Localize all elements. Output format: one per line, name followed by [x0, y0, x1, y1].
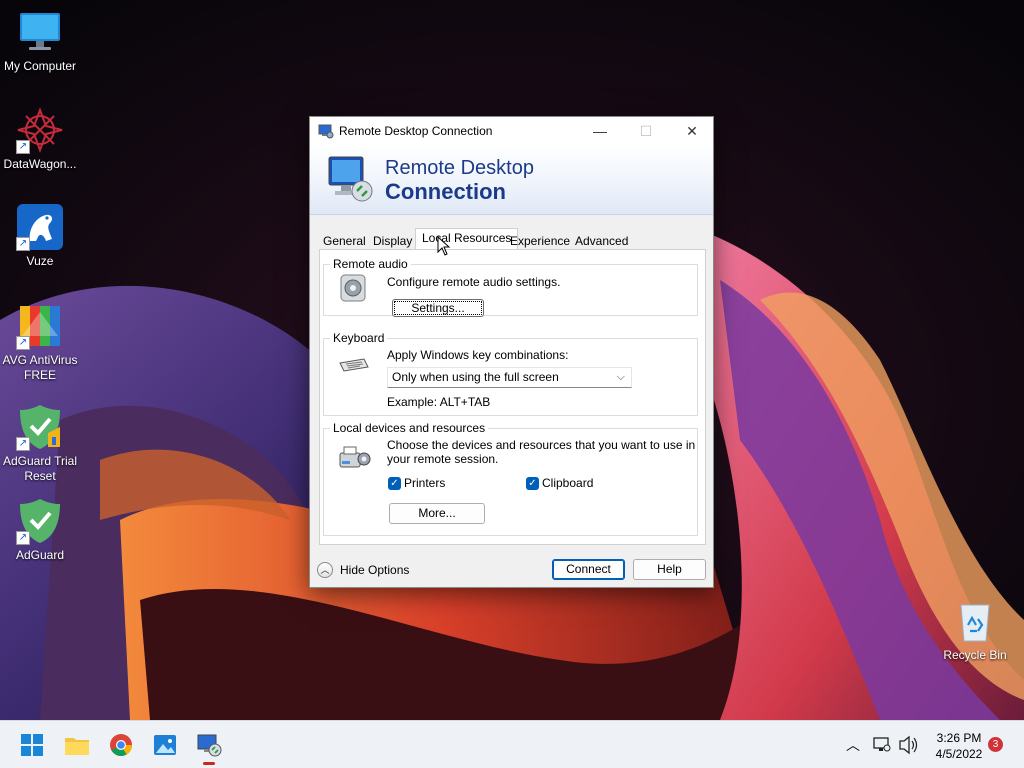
monitor-icon	[16, 8, 64, 56]
chrome-icon	[110, 734, 132, 756]
maximize-button[interactable]: ☐	[623, 117, 669, 145]
mouse-cursor-icon	[437, 235, 451, 256]
speaker-icon	[338, 273, 368, 306]
keyboard-group: Keyboard Apply Windows key combinations:…	[323, 331, 698, 416]
photos-button[interactable]	[149, 729, 181, 761]
clipboard-label: Clipboard	[542, 476, 594, 490]
devices-icon	[338, 443, 372, 474]
shortcut-arrow-icon: ↗	[16, 140, 30, 154]
shortcut-arrow-icon: ↗	[16, 437, 30, 451]
desktop-icon-label: AVG AntiVirus FREE	[2, 353, 78, 382]
clipboard-checkbox[interactable]: ✓	[526, 477, 539, 490]
local-devices-description-line2: your remote session.	[387, 452, 499, 466]
windows-key-selected-value: Only when using the full screen	[392, 370, 559, 384]
avg-icon: ↗	[16, 302, 64, 350]
desktop-icon-recycle-bin[interactable]: Recycle Bin	[935, 597, 1015, 663]
keyboard-example: Example: ALT+TAB	[387, 395, 491, 409]
connect-button[interactable]: Connect	[552, 559, 625, 580]
local-devices-group: Local devices and resources Choose the d…	[323, 421, 698, 536]
remote-desktop-taskbar-button[interactable]	[193, 729, 225, 765]
shortcut-arrow-icon: ↗	[16, 336, 30, 350]
shortcut-arrow-icon: ↗	[16, 237, 30, 251]
remote-audio-group: Remote audio Configure remote audio sett…	[323, 257, 698, 317]
taskbar-clock[interactable]: 3:26 PM 4/5/2022	[926, 730, 992, 762]
maximize-icon: ☐	[639, 123, 653, 139]
printers-label: Printers	[404, 476, 446, 490]
remote-audio-label: Remote audio	[330, 257, 411, 271]
dialog-titlebar[interactable]: Remote Desktop Connection — ☐ ✕	[310, 117, 713, 145]
adguard-trial-icon: ↗	[16, 403, 64, 451]
desktop-icon-label: AdGuard	[15, 548, 65, 562]
checkmark-icon: ✓	[528, 478, 537, 489]
photos-icon	[154, 735, 176, 755]
desktop-icon-datawagon[interactable]: ↗ DataWagon...	[0, 106, 80, 172]
chevron-up-icon[interactable]: ︿	[317, 562, 333, 578]
desktop-icon-avg[interactable]: ↗ AVG AntiVirus FREE	[0, 302, 80, 383]
recycle-bin-icon	[951, 597, 999, 645]
shortcut-arrow-icon: ↗	[16, 531, 30, 545]
windows-logo-icon	[21, 734, 43, 756]
remote-desktop-taskbar-icon	[197, 734, 222, 757]
minimize-icon: —	[593, 123, 607, 139]
desktop-icon-label: My Computer	[3, 59, 77, 73]
chrome-button[interactable]	[105, 729, 137, 761]
adguard-shield-icon: ↗	[16, 497, 64, 545]
volume-icon[interactable]	[898, 721, 918, 768]
printers-checkbox[interactable]: ✓	[388, 477, 401, 490]
tab-local-resources[interactable]: Local Resources	[415, 228, 519, 250]
vuze-frog-icon: ↗	[16, 203, 64, 251]
banner-title-line1: Remote Desktop	[385, 157, 534, 179]
desktop-icon-label: Recycle Bin	[943, 648, 1007, 662]
keyboard-icon	[338, 355, 370, 378]
desktop-icon-adguard-trial-reset[interactable]: ↗ AdGuard Trial Reset	[0, 403, 80, 484]
clock-time: 3:26 PM	[936, 731, 982, 745]
close-icon: ✕	[686, 123, 698, 139]
notification-badge[interactable]: 3	[988, 737, 1003, 752]
help-button[interactable]: Help	[633, 559, 706, 580]
desktop-icon-vuze[interactable]: ↗ Vuze	[0, 203, 80, 269]
chevron-down-icon: ⌵	[616, 371, 625, 383]
audio-settings-button[interactable]: Settings...	[392, 299, 484, 317]
chevron-up-icon: ︿	[846, 737, 860, 753]
remote-audio-description: Configure remote audio settings.	[387, 275, 561, 289]
more-button[interactable]: More...	[389, 503, 485, 524]
folder-icon	[65, 738, 89, 755]
desktop-icon-label: Vuze	[26, 254, 54, 268]
remote-desktop-app-icon	[318, 123, 334, 139]
tab-strip: General Display Local Resources Experien…	[319, 228, 705, 250]
desktop-icon-label: DataWagon...	[3, 157, 77, 171]
banner-title-line2: Connection	[385, 179, 506, 204]
tab-experience[interactable]: Experience	[506, 232, 574, 250]
dialog-footer: ︿ Hide Options Connect Help	[310, 553, 713, 587]
local-devices-description-line1: Choose the devices and resources that yo…	[387, 438, 696, 452]
clock-date: 4/5/2022	[935, 747, 983, 761]
file-explorer-button[interactable]	[61, 729, 93, 761]
close-button[interactable]: ✕	[669, 117, 715, 145]
hide-options-link[interactable]: Hide Options	[340, 563, 409, 577]
dialog-banner: Remote Desktop Connection	[310, 145, 713, 215]
datawagon-icon: ↗	[16, 106, 64, 154]
keyboard-label: Keyboard	[330, 331, 388, 345]
desktop-icon-my-computer[interactable]: My Computer	[0, 8, 80, 74]
network-monitor-icon	[873, 737, 891, 752]
speaker-volume-icon	[899, 735, 918, 755]
desktop-icon-label: AdGuard Trial Reset	[2, 454, 78, 483]
tab-general[interactable]: General	[319, 232, 370, 250]
taskbar: ︿ 3:26 PM 4/5/2022	[0, 720, 1024, 768]
network-icon[interactable]	[872, 721, 892, 768]
desktop-icon-adguard[interactable]: ↗ AdGuard	[0, 497, 80, 563]
remote-desktop-dialog: Remote Desktop Connection — ☐ ✕ Remote D…	[309, 116, 714, 588]
start-button[interactable]	[16, 729, 48, 761]
checkmark-icon: ✓	[390, 478, 399, 489]
remote-desktop-monitor-icon	[325, 153, 377, 205]
minimize-button[interactable]: —	[577, 117, 623, 145]
show-hidden-icons-button[interactable]: ︿	[846, 721, 866, 768]
tab-display[interactable]: Display	[369, 232, 416, 250]
local-devices-label: Local devices and resources	[330, 421, 489, 435]
windows-key-combination-select[interactable]: Only when using the full screen ⌵	[387, 367, 632, 388]
tab-advanced[interactable]: Advanced	[571, 232, 632, 250]
dialog-title: Remote Desktop Connection	[339, 124, 493, 138]
local-resources-panel: Remote audio Configure remote audio sett…	[319, 249, 706, 545]
keyboard-description: Apply Windows key combinations:	[387, 348, 569, 362]
